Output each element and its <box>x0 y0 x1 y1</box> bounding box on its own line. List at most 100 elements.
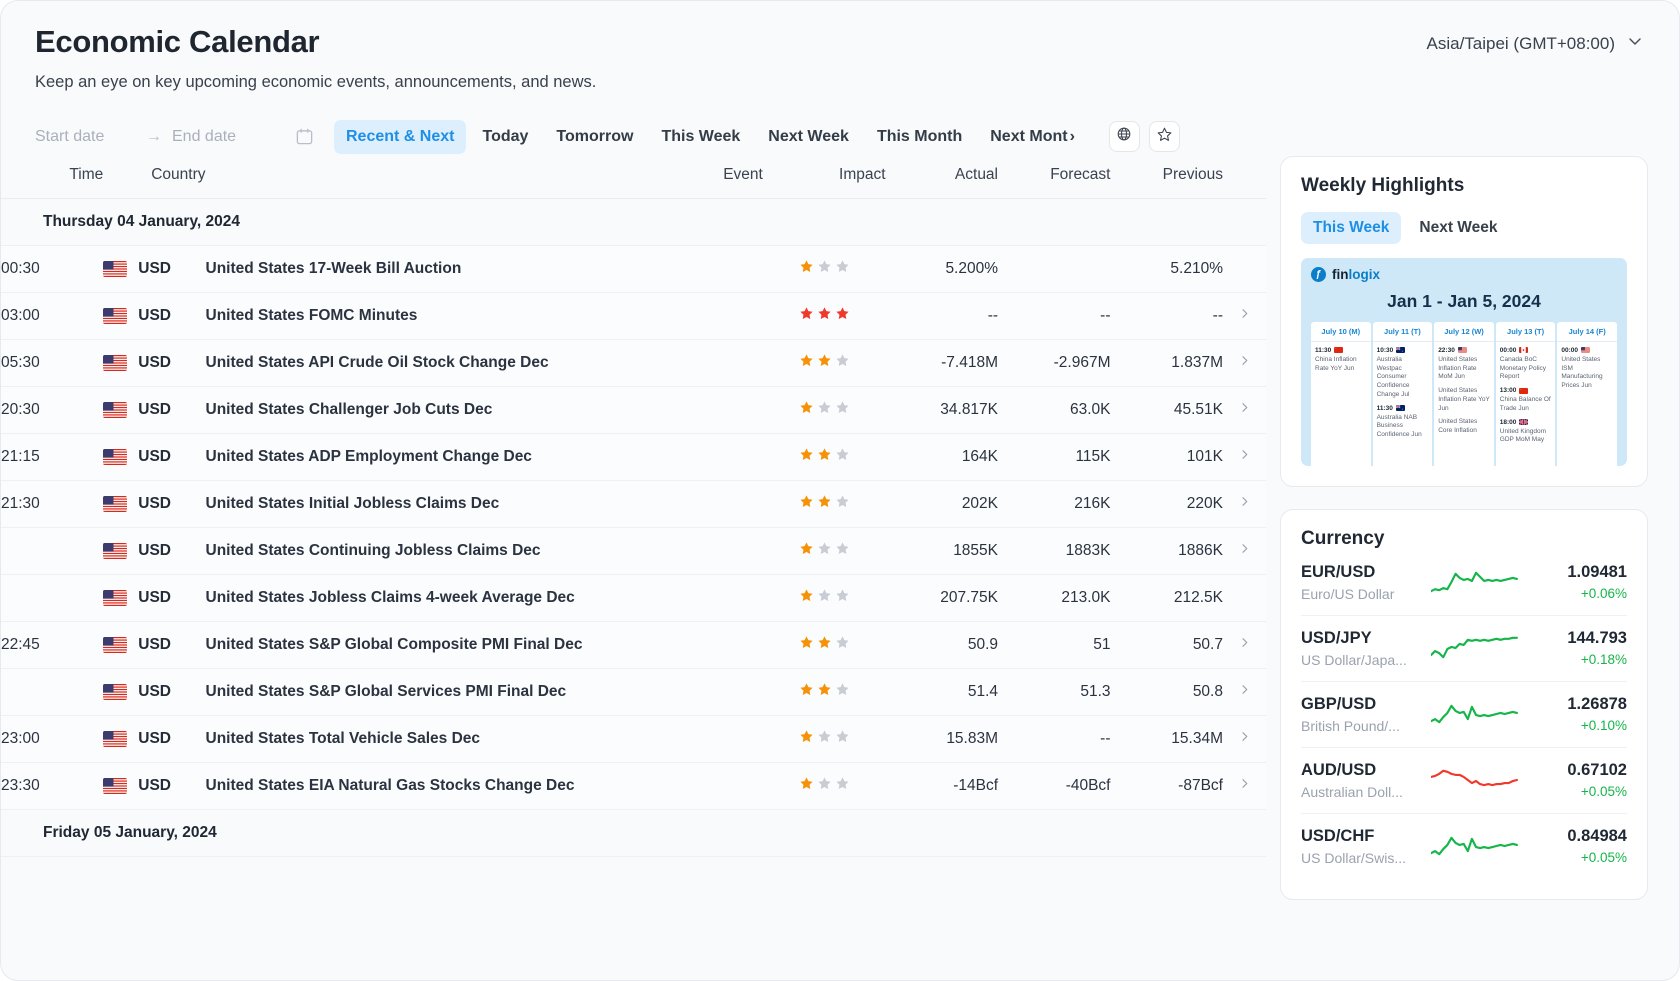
currency-row[interactable]: AUD/USDAustralian Doll...0.67102+0.05% <box>1301 748 1627 814</box>
timezone-selector[interactable]: Asia/Taipei (GMT+08:00) <box>1427 23 1646 56</box>
table-row[interactable]: 03:00USDUnited States FOMC Minutes------ <box>1 292 1266 339</box>
chip-next-month[interactable]: Next Mont › <box>978 120 1087 154</box>
cell-event[interactable]: United States Total Vehicle Sales Dec <box>206 715 763 762</box>
currency-description: US Dollar/Japa... <box>1301 652 1416 668</box>
col-header-forecast[interactable]: Forecast <box>998 156 1110 199</box>
col-header-previous[interactable]: Previous <box>1111 156 1223 199</box>
cell-impact <box>763 715 886 762</box>
weekly-highlights-widget[interactable]: ƒ finlogix Jan 1 - Jan 5, 2024 July 10 (… <box>1301 258 1627 466</box>
calendar-icon[interactable] <box>295 127 314 146</box>
row-expand-chevron-icon[interactable] <box>1223 339 1266 386</box>
cell-impact <box>763 574 886 621</box>
impact-star-icon <box>799 400 814 420</box>
table-row[interactable]: 20:30USDUnited States Challenger Job Cut… <box>1 386 1266 433</box>
cell-event[interactable]: United States Challenger Job Cuts Dec <box>206 386 763 433</box>
weekly-event[interactable]: United States Core Inflation <box>1438 418 1490 436</box>
table-row[interactable]: 23:00USDUnited States Total Vehicle Sale… <box>1 715 1266 762</box>
col-header-actual[interactable]: Actual <box>886 156 998 199</box>
table-row[interactable]: 21:15USDUnited States ADP Employment Cha… <box>1 433 1266 480</box>
cell-event[interactable]: United States S&P Global Composite PMI F… <box>206 621 763 668</box>
weekly-event-name: United States Inflation Rate YoY Jun <box>1438 387 1490 413</box>
currency-row[interactable]: EUR/USDEuro/US Dollar1.09481+0.06% <box>1301 550 1627 616</box>
chip-tomorrow[interactable]: Tomorrow <box>544 120 645 154</box>
row-expand-chevron-icon[interactable] <box>1223 527 1266 574</box>
row-expand-chevron-icon[interactable] <box>1223 762 1266 809</box>
table-row[interactable]: 23:30USDUnited States EIA Natural Gas St… <box>1 762 1266 809</box>
chevron-right-icon: › <box>1070 128 1075 146</box>
table-row[interactable]: 22:45USDUnited States S&P Global Composi… <box>1 621 1266 668</box>
cell-event[interactable]: United States S&P Global Services PMI Fi… <box>206 668 763 715</box>
cell-impact <box>763 245 886 292</box>
start-date-input[interactable]: Start date <box>35 128 140 146</box>
col-header-country[interactable]: Country <box>103 156 205 199</box>
impact-stars <box>799 776 850 796</box>
cell-event[interactable]: United States Jobless Claims 4-week Aver… <box>206 574 763 621</box>
cell-time: 23:30 <box>1 762 103 809</box>
favorites-button[interactable] <box>1149 121 1180 152</box>
row-expand-chevron-icon[interactable] <box>1223 292 1266 339</box>
table-row[interactable]: 21:30USDUnited States Initial Jobless Cl… <box>1 480 1266 527</box>
impact-stars <box>799 494 850 514</box>
col-header-event[interactable]: Event <box>206 156 763 199</box>
weekly-event[interactable]: 18:00United Kingdom GDP MoM May <box>1500 419 1552 446</box>
table-row[interactable]: USDUnited States Jobless Claims 4-week A… <box>1 574 1266 621</box>
cell-event[interactable]: United States FOMC Minutes <box>206 292 763 339</box>
currency-row[interactable]: USD/JPYUS Dollar/Japa...144.793+0.18% <box>1301 616 1627 682</box>
chip-this-month[interactable]: This Month <box>865 120 974 154</box>
cell-previous: 15.34M <box>1111 715 1223 762</box>
weekly-day-column: July 11 (T)10:30Australia Westpac Consum… <box>1373 322 1433 466</box>
weekly-day-events: 10:30Australia Westpac Consumer Confiden… <box>1373 341 1433 466</box>
cell-time: 20:30 <box>1 386 103 433</box>
cell-event[interactable]: United States EIA Natural Gas Stocks Cha… <box>206 762 763 809</box>
country-code: USD <box>138 683 171 701</box>
cell-impact <box>763 386 886 433</box>
weekly-event[interactable]: 11:30China Inflation Rate YoY Jun <box>1315 347 1367 374</box>
tab-this-week[interactable]: This Week <box>1301 212 1401 244</box>
cell-event[interactable]: United States ADP Employment Change Dec <box>206 433 763 480</box>
row-expand-chevron-icon[interactable] <box>1223 668 1266 715</box>
impact-star-icon <box>817 635 832 655</box>
table-row[interactable]: 05:30USDUnited States API Crude Oil Stoc… <box>1 339 1266 386</box>
weekly-event[interactable]: United States Inflation Rate YoY Jun <box>1438 387 1490 413</box>
cell-event[interactable]: United States Continuing Jobless Claims … <box>206 527 763 574</box>
currency-row[interactable]: GBP/USDBritish Pound/...1.26878+0.10% <box>1301 682 1627 748</box>
row-expand-chevron-icon[interactable] <box>1223 433 1266 480</box>
chip-today[interactable]: Today <box>470 120 540 154</box>
weekly-event[interactable]: 00:00United States ISM Manufacturing Pri… <box>1561 347 1613 391</box>
row-expand-chevron-icon[interactable] <box>1223 715 1266 762</box>
table-row[interactable]: USD United States S&P Global Services PMI… <box>1 668 1266 715</box>
cell-country: USD <box>103 386 205 433</box>
cell-event[interactable]: United States 17-Week Bill Auction <box>206 245 763 292</box>
chip-next-week[interactable]: Next Week <box>756 120 861 154</box>
impact-star-icon <box>799 682 814 702</box>
row-expand-chevron-icon[interactable] <box>1223 621 1266 668</box>
cell-event[interactable]: United States API Crude Oil Stock Change… <box>206 339 763 386</box>
row-expand-chevron-icon[interactable] <box>1223 480 1266 527</box>
globe-button[interactable] <box>1109 121 1140 152</box>
weekly-event[interactable]: 00:00Canada BoC Monetary Policy Report <box>1500 347 1552 382</box>
currency-row[interactable]: USD/CHFUS Dollar/Swis...0.84984+0.05% <box>1301 814 1627 879</box>
cell-event[interactable]: United States Initial Jobless Claims Dec <box>206 480 763 527</box>
date-group-header: Friday 05 January, 2024 <box>1 809 1266 856</box>
weekly-day-column: July 14 (F)00:00United States ISM Manufa… <box>1557 322 1617 466</box>
weekly-event[interactable]: 22:30United States Inflation Rate MoM Ju… <box>1438 347 1490 382</box>
weekly-event[interactable]: 10:30Australia Westpac Consumer Confiden… <box>1377 347 1429 400</box>
impact-star-icon <box>817 353 832 373</box>
right-rail: Weekly Highlights This Week Next Week ƒ … <box>1266 156 1666 922</box>
weekly-event[interactable]: 11:30Australia NAB Business Confidence J… <box>1377 405 1429 440</box>
weekly-event-name: China Balance Of Trade Jun <box>1500 396 1552 414</box>
currency-pair: AUD/USD <box>1301 761 1416 780</box>
cell-impact <box>763 762 886 809</box>
chip-recent-next[interactable]: Recent & Next <box>334 120 466 154</box>
end-date-input[interactable]: End date <box>172 128 277 146</box>
table-row[interactable]: USDUnited States Continuing Jobless Clai… <box>1 527 1266 574</box>
weekly-event[interactable]: 13:00China Balance Of Trade Jun <box>1500 387 1552 414</box>
col-header-time[interactable]: Time <box>1 156 103 199</box>
tab-next-week[interactable]: Next Week <box>1407 212 1509 244</box>
table-row[interactable]: 00:30USDUnited States 17-Week Bill Aucti… <box>1 245 1266 292</box>
impact-star-icon <box>835 729 850 749</box>
chip-this-week[interactable]: This Week <box>649 120 752 154</box>
cell-actual: 5.200% <box>886 245 998 292</box>
col-header-impact[interactable]: Impact <box>763 156 886 199</box>
row-expand-chevron-icon[interactable] <box>1223 386 1266 433</box>
